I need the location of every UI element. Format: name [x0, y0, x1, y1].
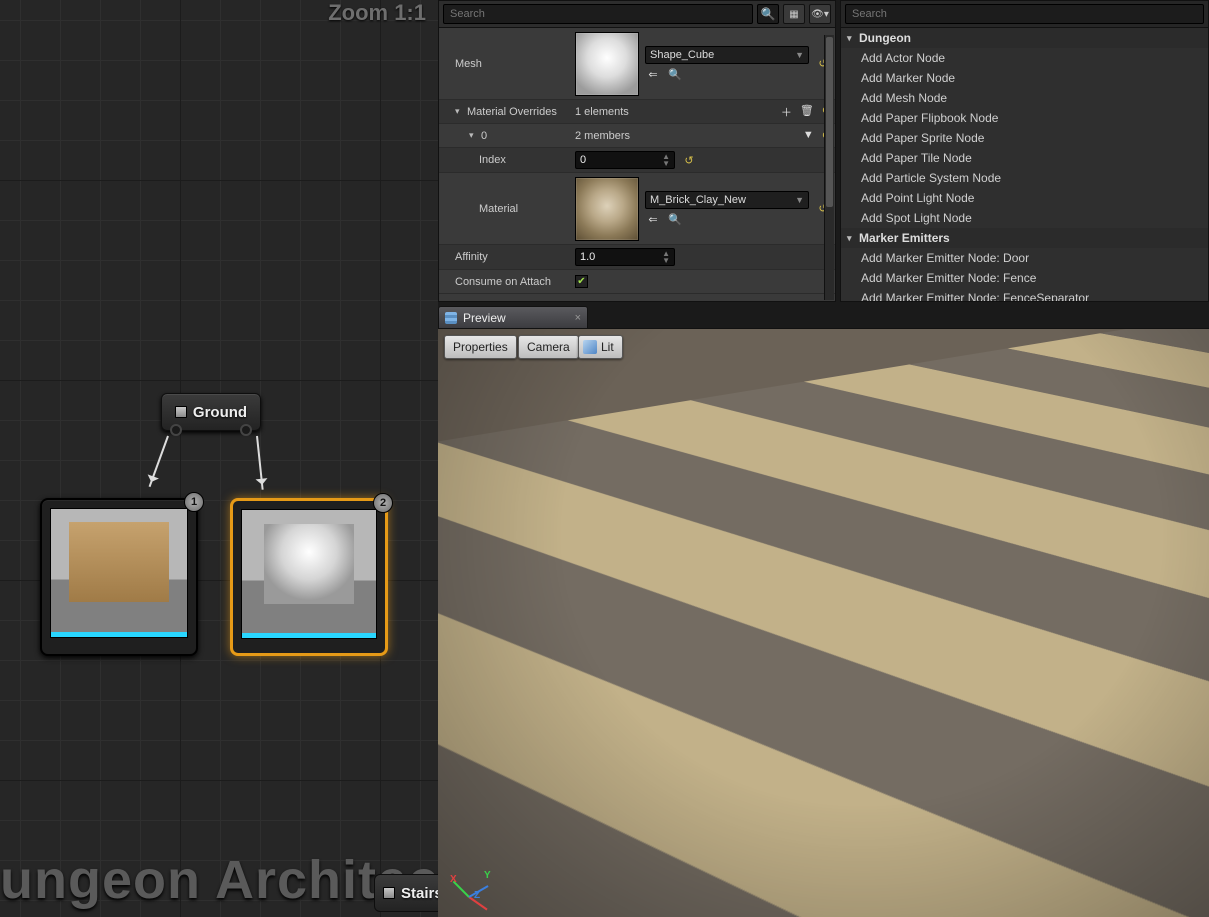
preview-lit-button[interactable]: Lit: [578, 335, 623, 359]
search-icon[interactable]: 🔍: [757, 4, 779, 24]
tree-category-marker[interactable]: ▾ Marker Emitters: [841, 228, 1208, 248]
node-mesh-1[interactable]: 1: [40, 498, 198, 656]
preview-vignette: [438, 329, 1209, 917]
details-panel: 🔍 ▦ 👁▾ Mesh Shape_Cube ▼ ⇐ 🔍 ↺: [438, 0, 836, 302]
spin-arrows-icon: ▲▼: [662, 250, 670, 264]
preview-viewport[interactable]: Properties Camera Lit X Y Z: [438, 328, 1209, 917]
node-order-badge: 1: [184, 492, 204, 512]
expander-icon: ▾: [847, 33, 855, 44]
tree-item[interactable]: Add Paper Tile Node: [841, 148, 1208, 168]
add-element-icon[interactable]: ＋: [781, 104, 792, 120]
mesh-thumbnail: [50, 508, 188, 638]
use-selected-icon[interactable]: ⇐: [645, 68, 661, 82]
axis-gizmo: X Y Z: [450, 859, 494, 903]
view-grid-button[interactable]: ▦: [783, 4, 805, 24]
axis-y-label: Y: [484, 870, 491, 881]
prop-matov-value: 1 elements: [575, 106, 629, 118]
actions-panel: ▾ Dungeon Add Actor Node Add Marker Node…: [840, 0, 1209, 302]
preview-properties-label: Properties: [453, 340, 508, 354]
chevron-down-icon[interactable]: ▼: [803, 129, 814, 142]
actions-tree[interactable]: ▾ Dungeon Add Actor Node Add Marker Node…: [841, 28, 1208, 301]
preview-camera-label: Camera: [527, 340, 570, 354]
chevron-down-icon: ▼: [795, 195, 804, 205]
graph-canvas[interactable]: Zoom 1:1 Dungeon Architect Ground 1 2 St…: [0, 0, 438, 917]
edge-1: [149, 436, 169, 487]
tree-item[interactable]: Add Paper Flipbook Node: [841, 108, 1208, 128]
prop-idx0-value: 2 members: [575, 130, 630, 142]
tree-item[interactable]: Add Actor Node: [841, 48, 1208, 68]
tree-item[interactable]: Add Marker Node: [841, 68, 1208, 88]
spin-arrows-icon: ▲▼: [662, 153, 670, 167]
node-mesh-2[interactable]: 2: [230, 498, 388, 656]
flag-icon: [175, 406, 187, 418]
tree-item[interactable]: Add Paper Sprite Node: [841, 128, 1208, 148]
tree-category-dungeon-label: Dungeon: [859, 31, 911, 45]
material-asset-combo[interactable]: M_Brick_Clay_New ▼: [645, 191, 809, 209]
prop-idx0-label: 0: [481, 130, 487, 142]
material-asset-thumb[interactable]: [575, 177, 639, 241]
browse-icon[interactable]: 🔍: [667, 213, 683, 227]
material-asset-value: M_Brick_Clay_New: [650, 194, 746, 206]
node-ground[interactable]: Ground: [161, 393, 261, 431]
close-icon[interactable]: ×: [575, 312, 581, 324]
tab-preview[interactable]: Preview ×: [438, 306, 588, 328]
preview-camera-button[interactable]: Camera: [518, 335, 579, 359]
consume-checkbox[interactable]: ✔: [575, 275, 588, 288]
tree-item[interactable]: Add Marker Emitter Node: Door: [841, 248, 1208, 268]
edge-2: [256, 436, 264, 490]
expander-icon: ▾: [847, 233, 855, 244]
preview-tabbar: Preview ×: [438, 306, 588, 328]
reset-icon[interactable]: ↺: [681, 153, 697, 167]
prop-affinity-label: Affinity: [439, 251, 571, 263]
use-selected-icon[interactable]: ⇐: [645, 213, 661, 227]
mesh-asset-combo[interactable]: Shape_Cube ▼: [645, 46, 809, 64]
prop-mesh-label: Mesh: [439, 58, 571, 70]
details-scrollbar[interactable]: [824, 35, 834, 300]
actions-search-input[interactable]: [845, 4, 1204, 24]
expander-icon[interactable]: ▾: [455, 106, 463, 117]
node-ground-label: Ground: [193, 404, 247, 421]
tab-preview-label: Preview: [463, 311, 506, 325]
tab-icon: [445, 312, 457, 324]
expander-icon[interactable]: ▾: [469, 130, 477, 141]
index-spinbox[interactable]: 0 ▲▼: [575, 151, 675, 169]
index-value: 0: [580, 154, 586, 166]
node-stairs-label: Stairs: [401, 885, 443, 902]
tree-category-marker-label: Marker Emitters: [859, 231, 950, 245]
mesh-asset-thumb[interactable]: [575, 32, 639, 96]
node-order-badge: 2: [373, 493, 393, 513]
preview-properties-button[interactable]: Properties: [444, 335, 517, 359]
browse-icon[interactable]: 🔍: [667, 68, 683, 82]
details-searchbar: 🔍 ▦ 👁▾: [439, 1, 835, 28]
visibility-button[interactable]: 👁▾: [809, 4, 831, 24]
tree-item[interactable]: Add Point Light Node: [841, 188, 1208, 208]
mesh-asset-value: Shape_Cube: [650, 49, 714, 61]
affinity-value: 1.0: [580, 251, 595, 263]
prop-material-label: Material: [439, 203, 571, 215]
axis-x-label: X: [450, 874, 457, 885]
prop-consume-label: Consume on Attach: [439, 276, 571, 288]
tree-item[interactable]: Add Marker Emitter Node: Fence: [841, 268, 1208, 288]
clear-elements-icon[interactable]: 🗑: [800, 104, 814, 120]
tree-item[interactable]: Add Spot Light Node: [841, 208, 1208, 228]
prop-matov-label: Material Overrides: [467, 106, 557, 118]
tree-item[interactable]: Add Particle System Node: [841, 168, 1208, 188]
prop-index-label: Index: [439, 154, 571, 166]
tree-category-dungeon[interactable]: ▾ Dungeon: [841, 28, 1208, 48]
preview-lit-label: Lit: [601, 340, 614, 354]
zoom-label: Zoom 1:1: [328, 0, 426, 26]
chevron-down-icon: ▼: [795, 50, 804, 60]
affinity-spinbox[interactable]: 1.0 ▲▼: [575, 248, 675, 266]
tree-item[interactable]: Add Marker Emitter Node: FenceSeparator: [841, 288, 1208, 301]
details-body: Mesh Shape_Cube ▼ ⇐ 🔍 ↺ ▾ Ma: [439, 28, 835, 301]
axis-z-label: Z: [474, 890, 480, 901]
actions-searchbar: [841, 1, 1208, 28]
details-search-input[interactable]: [443, 4, 753, 24]
mesh-thumbnail: [241, 509, 377, 639]
tree-item[interactable]: Add Mesh Node: [841, 88, 1208, 108]
flag-icon: [383, 887, 395, 899]
